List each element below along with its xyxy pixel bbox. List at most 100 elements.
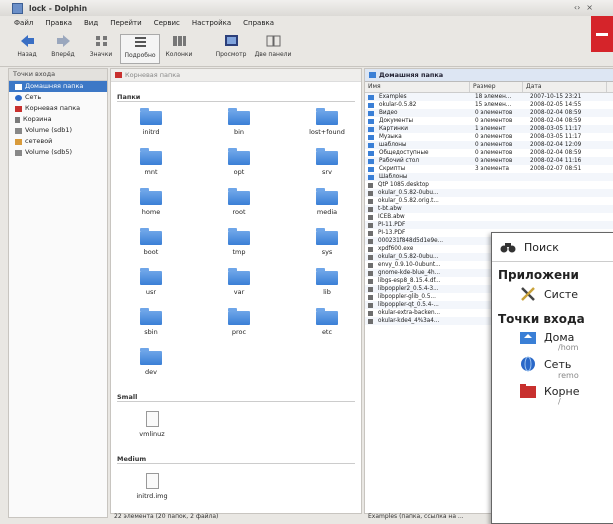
- file-name: Видео: [379, 110, 398, 116]
- folder-item[interactable]: bin: [217, 108, 261, 136]
- folder-item[interactable]: initrd: [129, 108, 173, 136]
- folder-item[interactable]: lib: [305, 268, 349, 296]
- folder-label: media: [316, 208, 338, 216]
- file-row[interactable]: Скрипты 3 элемента 2008-02-07 08:51: [365, 165, 613, 173]
- file-name: okular-extra-backen...: [378, 310, 441, 316]
- folder-icon: [316, 108, 338, 125]
- file-row[interactable]: PI-11.PDF: [365, 221, 613, 229]
- file-date: [527, 221, 600, 229]
- launcher-item-system[interactable]: Систе: [492, 286, 613, 302]
- window-titlebar: lock - Dolphin ‹› ×: [0, 0, 613, 16]
- file-icon: [368, 246, 373, 252]
- column-date[interactable]: Дата: [523, 82, 607, 92]
- file-row[interactable]: Шаблоны: [365, 173, 613, 181]
- file-row[interactable]: шаблоны 0 элементов 2008-02-04 12:09: [365, 141, 613, 149]
- file-icon: [368, 230, 373, 236]
- network-share-icon: [15, 138, 22, 145]
- folder-item[interactable]: opt: [217, 148, 261, 176]
- file-icon: [368, 222, 373, 228]
- file-name-cell: Общедоступные: [365, 149, 472, 157]
- place-home[interactable]: Домашняя папка: [9, 81, 107, 92]
- place-network[interactable]: Сеть: [9, 92, 107, 103]
- places-panel: Точки входа Домашняя папка Сеть Корневая…: [8, 68, 108, 518]
- file-row[interactable]: Рабочий стол 0 элементов 2008-02-04 11:16: [365, 157, 613, 165]
- file-date: 2008-02-05 14:55: [530, 102, 582, 108]
- menu-help[interactable]: Справка: [243, 19, 274, 27]
- file-name-cell: okular_0.5.82.orig.t...: [365, 197, 472, 205]
- folder-item[interactable]: proc: [217, 308, 261, 336]
- file-row[interactable]: Examples 18 элемен... 2007-10-15 23:21: [365, 93, 613, 101]
- launcher-search[interactable]: Поиск: [492, 233, 613, 262]
- folder-label: usr: [145, 288, 157, 296]
- menu-edit[interactable]: Правка: [45, 19, 72, 27]
- forward-button[interactable]: Вперёд: [44, 34, 82, 58]
- folder-item[interactable]: lost+found: [305, 108, 349, 136]
- folder-icon: [140, 228, 162, 245]
- folder-item[interactable]: mnt: [129, 148, 173, 176]
- menu-go[interactable]: Перейти: [110, 19, 142, 27]
- menu-file[interactable]: Файл: [14, 19, 33, 27]
- file-row[interactable]: Видео 0 элементов 2008-02-04 08:59: [365, 109, 613, 117]
- folder-item[interactable]: dev: [129, 348, 173, 376]
- folder-icon: [140, 148, 162, 165]
- file-vmlinuz[interactable]: vmlinuz: [127, 411, 177, 438]
- drive-icon: [15, 127, 22, 134]
- file-row[interactable]: Документы 0 элементов 2008-02-04 08:59: [365, 117, 613, 125]
- folder-item[interactable]: sbin: [129, 308, 173, 336]
- column-name[interactable]: Имя: [365, 82, 470, 92]
- file-row[interactable]: Музыка 0 элементов 2008-03-05 11:17: [365, 133, 613, 141]
- file-row[interactable]: okular_0.5.82.orig.t...: [365, 197, 613, 205]
- launcher-item-network[interactable]: Сеть: [492, 356, 613, 372]
- columns-view-button[interactable]: Колонки: [160, 34, 198, 58]
- folder-item[interactable]: etc: [305, 308, 349, 336]
- file-row[interactable]: okular-0.5.82 15 элемен... 2008-02-05 14:5…: [365, 101, 613, 109]
- menu-settings[interactable]: Настройка: [192, 19, 231, 27]
- folder-item[interactable]: boot: [129, 228, 173, 256]
- place-trash[interactable]: Корзина: [9, 114, 107, 125]
- folder-item[interactable]: usr: [129, 268, 173, 296]
- split-view-button[interactable]: Две панели: [252, 34, 294, 58]
- folder-icon: [368, 126, 374, 132]
- folder-item[interactable]: tmp: [217, 228, 261, 256]
- preview-button[interactable]: Просмотр: [212, 34, 250, 58]
- file-initrd-img[interactable]: initrd.img: [127, 473, 177, 500]
- folder-item[interactable]: srv: [305, 148, 349, 176]
- window-close-button[interactable]: ×: [586, 3, 593, 12]
- back-button[interactable]: Назад: [8, 34, 46, 58]
- place-network-share[interactable]: сетевой: [9, 136, 107, 147]
- place-root[interactable]: Корневая папка: [9, 103, 107, 114]
- folder-item[interactable]: var: [217, 268, 261, 296]
- launcher-section-places: Точки входа: [498, 312, 585, 326]
- place-volume-sdb5[interactable]: Volume (sdb5): [9, 147, 107, 158]
- column-size[interactable]: Размер: [470, 82, 523, 92]
- left-location-bar[interactable]: Корневая папка: [111, 69, 361, 82]
- folder-item[interactable]: media: [305, 188, 349, 216]
- file-name: PI-13.PDF: [378, 230, 406, 236]
- file-row[interactable]: Картинки 1 элемент 2008-03-05 11:17: [365, 125, 613, 133]
- file-row[interactable]: QtP 1085.desktop: [365, 181, 613, 189]
- folder-item[interactable]: root: [217, 188, 261, 216]
- file-row[interactable]: ICEB.abw: [365, 213, 613, 221]
- file-row[interactable]: okular_0.5.82-0ubu...: [365, 189, 613, 197]
- file-icon: [368, 198, 373, 204]
- window-menu-button[interactable]: ‹›: [574, 3, 580, 12]
- right-location-bar[interactable]: Домашняя папка: [365, 69, 613, 82]
- file-date: [527, 173, 600, 181]
- details-view-button[interactable]: Подробно: [120, 34, 160, 64]
- file-size: 0 элементов: [475, 142, 513, 148]
- menu-tools[interactable]: Сервис: [154, 19, 180, 27]
- file-row[interactable]: t-bt.abw: [365, 205, 613, 213]
- launcher-item-root[interactable]: Корне: [492, 384, 613, 398]
- file-size: [472, 205, 527, 213]
- file-name-cell: Скрипты: [365, 165, 472, 173]
- file-size: 0 элементов: [475, 110, 513, 116]
- folder-item[interactable]: home: [129, 188, 173, 216]
- launcher-item-home[interactable]: Дома: [492, 330, 613, 344]
- icons-view-button[interactable]: Значки: [82, 34, 120, 58]
- left-file-pane[interactable]: Корневая папка Папки initrd bin lost+found…: [110, 68, 362, 514]
- menu-view[interactable]: Вид: [84, 19, 98, 27]
- place-volume-sdb1[interactable]: Volume (sdb1): [9, 125, 107, 136]
- file-row[interactable]: Общедоступные 0 элементов 2008-02-04 08:59: [365, 149, 613, 157]
- folder-item[interactable]: sys: [305, 228, 349, 256]
- file-name: Скрипты: [379, 166, 406, 172]
